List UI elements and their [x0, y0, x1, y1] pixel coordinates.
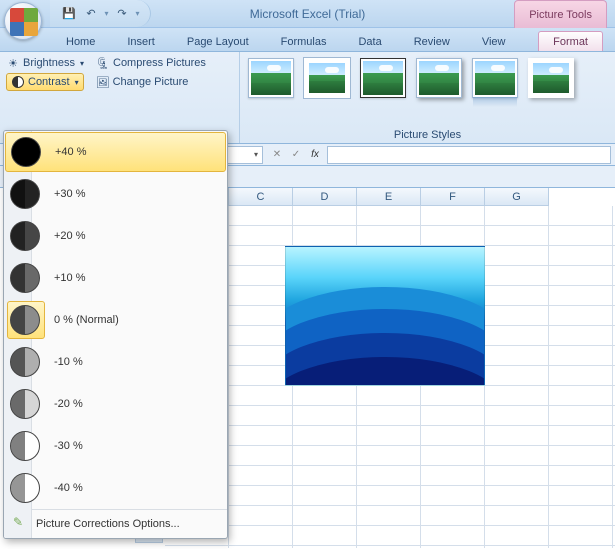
qat-caret-icon: ▾	[104, 9, 109, 18]
picture-styles-group-label: Picture Styles	[240, 129, 615, 141]
tab-insert[interactable]: Insert	[113, 32, 169, 51]
embedded-picture[interactable]	[285, 246, 485, 386]
title-bar: 💾 ↶ ▾ ↷ ▾ Microsoft Excel (Trial) Pictur…	[0, 0, 615, 28]
contrast-option[interactable]: -20 %	[4, 383, 227, 425]
insert-function-button[interactable]: fx	[307, 147, 323, 163]
redo-button[interactable]: ↷	[113, 5, 131, 23]
contrast-option-label: -40 %	[54, 482, 83, 494]
contrast-option[interactable]: +40 %	[5, 132, 226, 172]
contrast-option-label: -10 %	[54, 356, 83, 368]
tab-data[interactable]: Data	[344, 32, 395, 51]
contrast-option-label: +10 %	[54, 272, 86, 284]
options-icon	[12, 516, 28, 532]
contrast-circle-icon	[10, 305, 40, 335]
tab-page-layout[interactable]: Page Layout	[173, 32, 263, 51]
brightness-icon: ☀	[6, 56, 20, 70]
column-header[interactable]: C	[229, 188, 293, 206]
contrast-option-label: -20 %	[54, 398, 83, 410]
tab-review[interactable]: Review	[400, 32, 464, 51]
contrast-option[interactable]: +20 %	[4, 215, 227, 257]
contrast-circle-icon	[10, 263, 40, 293]
contrast-option[interactable]: -40 %	[4, 467, 227, 509]
office-logo-icon	[4, 2, 42, 40]
save-button[interactable]: 💾	[60, 5, 78, 23]
change-picture-icon: 🖼	[96, 75, 110, 89]
picture-style-thumb[interactable]	[248, 58, 294, 98]
picture-style-thumb[interactable]	[304, 58, 350, 98]
picture-style-thumb[interactable]	[528, 58, 574, 98]
picture-style-thumb[interactable]	[416, 58, 462, 98]
contrast-dropdown: +40 % +30 % +20 % +10 % 0 % (Normal) -10 % -20…	[3, 130, 228, 539]
group-picture-styles: Picture Styles	[240, 52, 615, 143]
compress-label: Compress Pictures	[113, 57, 206, 69]
compress-pictures-button[interactable]: 🗜 Compress Pictures	[96, 56, 206, 70]
contrast-circle-icon	[10, 347, 40, 377]
contrast-option[interactable]: -10 %	[4, 341, 227, 383]
contrast-option[interactable]: -30 %	[4, 425, 227, 467]
contrast-button[interactable]: Contrast ▾	[6, 73, 84, 91]
contrast-circle-icon	[10, 431, 40, 461]
contrast-circle-icon	[11, 137, 41, 167]
contrast-option[interactable]: +30 %	[4, 173, 227, 215]
column-header[interactable]: E	[357, 188, 421, 206]
picture-styles-gallery[interactable]	[246, 56, 609, 100]
contrast-option-label: 0 % (Normal)	[54, 314, 119, 326]
contrast-option[interactable]: 0 % (Normal)	[4, 299, 227, 341]
tab-format[interactable]: Format	[538, 31, 603, 51]
contrast-circle-icon	[10, 221, 40, 251]
tab-view[interactable]: View	[468, 32, 520, 51]
contrast-option-label: +40 %	[55, 146, 87, 158]
contrast-circle-icon	[10, 389, 40, 419]
picture-corrections-options-label: Picture Corrections Options...	[36, 518, 180, 530]
cancel-formula-icon: ✕	[269, 147, 285, 163]
tab-home[interactable]: Home	[52, 32, 109, 51]
chevron-down-icon: ▾	[75, 78, 79, 87]
contrast-label: Contrast	[28, 76, 70, 88]
picture-style-thumb[interactable]	[360, 58, 406, 98]
formula-input[interactable]	[327, 146, 611, 164]
chevron-down-icon[interactable]: ▾	[254, 150, 258, 159]
contrast-circle-icon	[10, 179, 40, 209]
picture-corrections-options[interactable]: Picture Corrections Options...	[4, 510, 227, 538]
undo-button[interactable]: ↶	[82, 5, 100, 23]
quick-access-toolbar: 💾 ↶ ▾ ↷ ▾	[50, 0, 151, 27]
contrast-option-label: -30 %	[54, 440, 83, 452]
ribbon-tabs: Home Insert Page Layout Formulas Data Re…	[0, 28, 615, 52]
enter-formula-icon: ✓	[288, 147, 304, 163]
tab-formulas[interactable]: Formulas	[267, 32, 341, 51]
contrast-option-label: +30 %	[54, 188, 86, 200]
contrast-circle-icon	[10, 473, 40, 503]
compress-icon: 🗜	[96, 56, 110, 70]
picture-style-thumb[interactable]	[472, 58, 518, 98]
contrast-option[interactable]: +10 %	[4, 257, 227, 299]
change-picture-button[interactable]: 🖼 Change Picture	[96, 75, 189, 89]
chevron-down-icon: ▾	[80, 59, 84, 68]
qat-customize-caret-icon[interactable]: ▾	[135, 9, 140, 18]
column-header[interactable]: D	[293, 188, 357, 206]
contrast-option-label: +20 %	[54, 230, 86, 242]
column-header[interactable]: F	[421, 188, 485, 206]
contrast-icon	[11, 75, 25, 89]
office-button[interactable]	[4, 2, 44, 42]
contextual-tab-group-label: Picture Tools	[514, 0, 607, 28]
change-picture-label: Change Picture	[113, 76, 189, 88]
brightness-button[interactable]: ☀ Brightness ▾	[6, 56, 84, 70]
brightness-label: Brightness	[23, 57, 75, 69]
column-header[interactable]: G	[485, 188, 549, 206]
